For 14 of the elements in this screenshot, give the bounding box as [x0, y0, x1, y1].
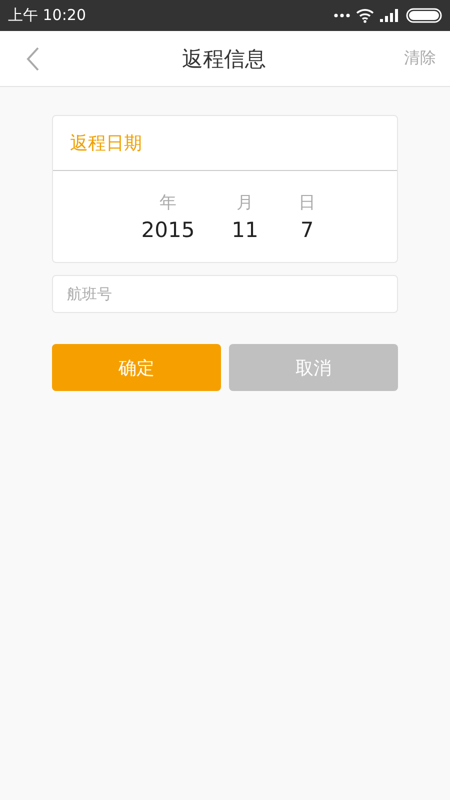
status-time: 上午 10:20: [8, 6, 86, 25]
wifi-icon: [356, 8, 374, 23]
signal-icon: [380, 9, 400, 22]
date-unit-label: 年: [160, 192, 176, 214]
more-dots-icon: [334, 13, 350, 18]
date-unit-label: 日: [298, 192, 316, 214]
date-value[interactable]: 7: [300, 218, 314, 242]
card-title: 返程日期: [70, 132, 142, 155]
flight-number-field[interactable]: 航班号: [52, 275, 398, 313]
date-value[interactable]: 11: [232, 218, 258, 242]
date-unit-label: 月: [236, 192, 254, 214]
battery-icon: [406, 8, 442, 23]
page-title: 返程信息: [182, 46, 266, 72]
date-value[interactable]: 2015: [141, 218, 195, 242]
